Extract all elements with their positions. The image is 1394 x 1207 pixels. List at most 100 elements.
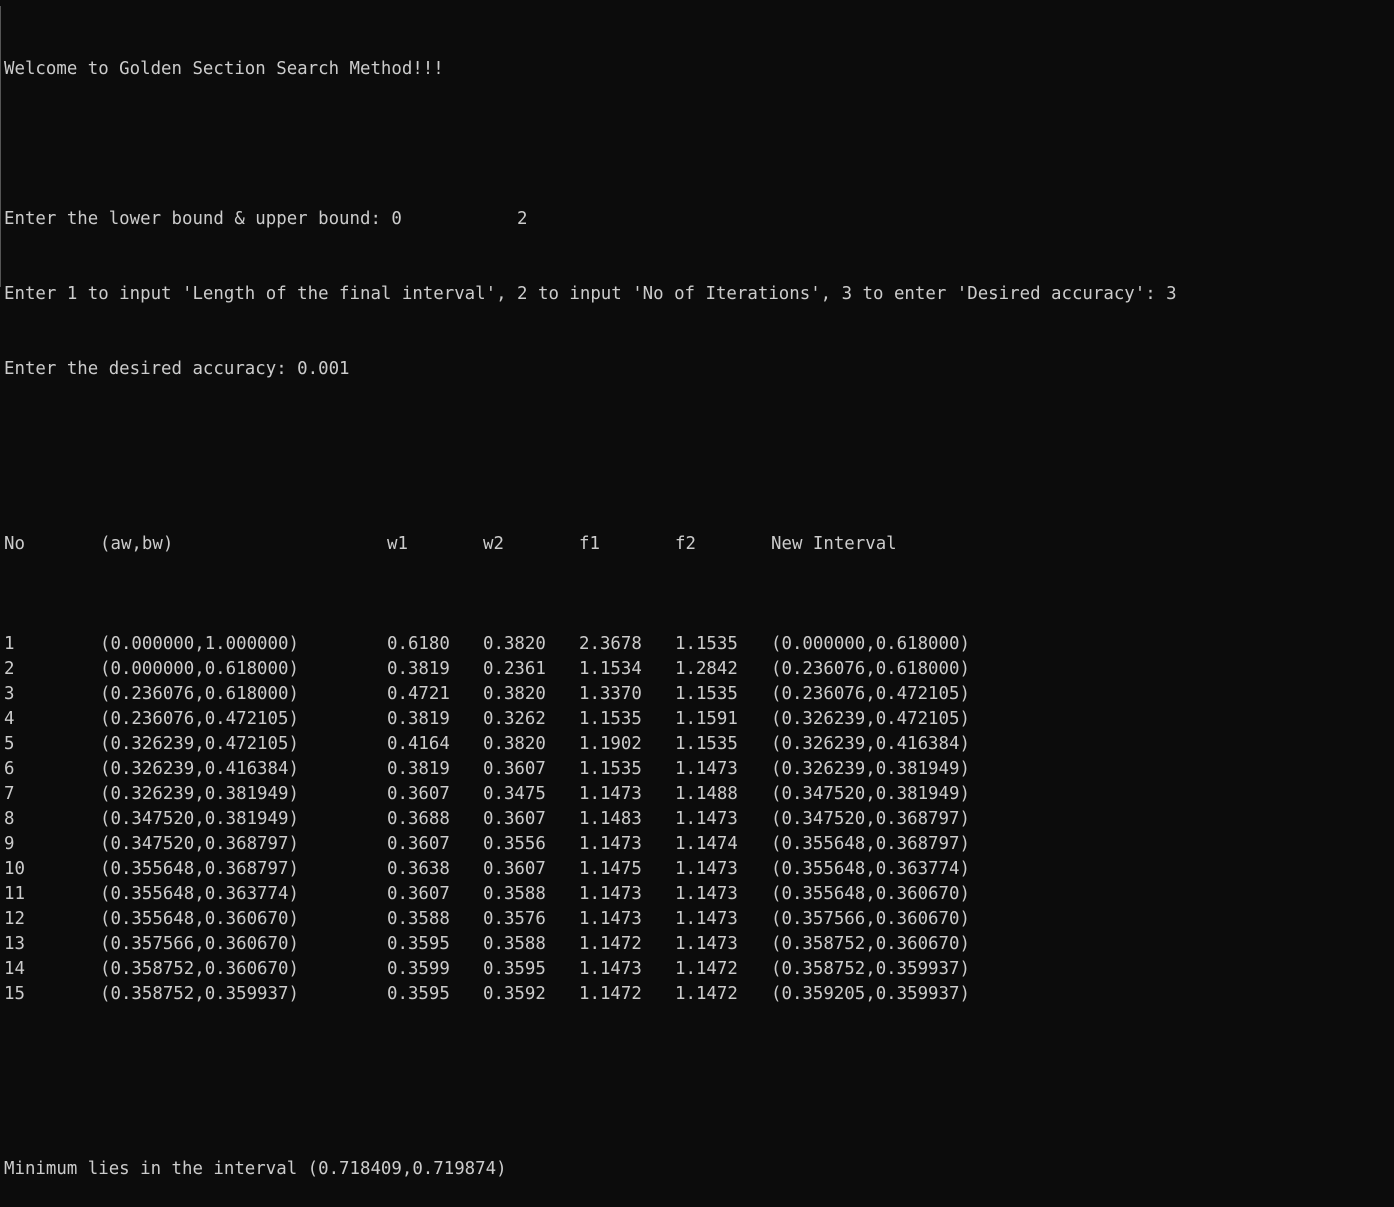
w1-value: 0.4721	[387, 684, 450, 704]
current-interval: (0.000000,0.618000)	[100, 659, 299, 679]
w2-value: 0.3607	[483, 809, 546, 829]
f2-value: 1.1473	[675, 859, 738, 879]
new-interval: (0.236076,0.472105)	[771, 684, 970, 704]
w1-value: 0.3819	[387, 759, 450, 779]
f1-value: 1.1473	[579, 959, 642, 979]
w2-value: 0.3595	[483, 959, 546, 979]
iteration-number: 3	[4, 684, 15, 704]
current-interval: (0.355648,0.363774)	[100, 884, 299, 904]
iteration-number: 2	[4, 659, 15, 679]
current-interval: (0.326239,0.416384)	[100, 759, 299, 779]
choice-prompt-line: Enter 1 to input 'Length of the final in…	[4, 284, 1177, 304]
header-w1: w1	[387, 534, 408, 554]
result-line: Minimum lies in the interval (0.718409,0…	[4, 1159, 507, 1179]
accuracy-prompt-line: Enter the desired accuracy: 0.001	[4, 359, 350, 379]
f2-value: 1.1473	[675, 759, 738, 779]
current-interval: (0.357566,0.360670)	[100, 934, 299, 954]
iteration-number: 11	[4, 884, 25, 904]
f2-value: 1.1473	[675, 934, 738, 954]
w1-value: 0.3819	[387, 659, 450, 679]
f1-value: 1.1535	[579, 709, 642, 729]
current-interval: (0.347520,0.368797)	[100, 834, 299, 854]
f2-value: 1.2842	[675, 659, 738, 679]
f1-value: 1.3370	[579, 684, 642, 704]
current-interval: (0.236076,0.618000)	[100, 684, 299, 704]
table-row: 6 (0.326239,0.416384) 0.3819 0.3607 1.1535 1.…	[4, 757, 1390, 782]
w2-value: 0.2361	[483, 659, 546, 679]
iteration-number: 15	[4, 984, 25, 1004]
w2-value: 0.3820	[483, 734, 546, 754]
table-row: 12 (0.355648,0.360670) 0.3588 0.3576 1.1473 1…	[4, 907, 1390, 932]
w1-value: 0.3607	[387, 784, 450, 804]
table-row: 7 (0.326239,0.381949) 0.3607 0.3475 1.1473 1.…	[4, 782, 1390, 807]
w2-value: 0.3576	[483, 909, 546, 929]
w2-value: 0.3592	[483, 984, 546, 1004]
f2-value: 1.1473	[675, 809, 738, 829]
iteration-number: 10	[4, 859, 25, 879]
current-interval: (0.355648,0.360670)	[100, 909, 299, 929]
table-row: 5 (0.326239,0.472105) 0.4164 0.3820 1.1902 1.…	[4, 732, 1390, 757]
new-interval: (0.359205,0.359937)	[771, 984, 970, 1004]
header-f2: f2	[675, 534, 696, 554]
w1-value: 0.3588	[387, 909, 450, 929]
w1-value: 0.3595	[387, 934, 450, 954]
current-interval: (0.347520,0.381949)	[100, 809, 299, 829]
iteration-number: 12	[4, 909, 25, 929]
f2-value: 1.1535	[675, 684, 738, 704]
new-interval: (0.355648,0.360670)	[771, 884, 970, 904]
new-interval: (0.347520,0.368797)	[771, 809, 970, 829]
w1-value: 0.3688	[387, 809, 450, 829]
f2-value: 1.1474	[675, 834, 738, 854]
header-interval: (aw,bw)	[100, 534, 174, 554]
table-row: 11 (0.355648,0.363774) 0.3607 0.3588 1.1473 1…	[4, 882, 1390, 907]
f1-value: 1.1472	[579, 934, 642, 954]
w2-value: 0.3475	[483, 784, 546, 804]
table-rows: 1 (0.000000,1.000000) 0.6180 0.3820 2.3678 1.…	[4, 632, 1390, 1007]
f1-value: 1.1473	[579, 834, 642, 854]
w1-value: 0.3607	[387, 884, 450, 904]
table-header-row: No (aw,bw) w1 w2 f1 f2 New Interval	[4, 532, 1390, 557]
table-row: 9 (0.347520,0.368797) 0.3607 0.3556 1.1473 1.…	[4, 832, 1390, 857]
iteration-number: 14	[4, 959, 25, 979]
table-row: 14 (0.358752,0.360670) 0.3599 0.3595 1.1473 1…	[4, 957, 1390, 982]
f2-value: 1.1472	[675, 959, 738, 979]
new-interval: (0.357566,0.360670)	[771, 909, 970, 929]
new-interval: (0.326239,0.472105)	[771, 709, 970, 729]
table-row: 8 (0.347520,0.381949) 0.3688 0.3607 1.1483 1.…	[4, 807, 1390, 832]
w2-value: 0.3820	[483, 684, 546, 704]
current-interval: (0.000000,1.000000)	[100, 634, 299, 654]
new-interval: (0.326239,0.381949)	[771, 759, 970, 779]
w1-value: 0.3638	[387, 859, 450, 879]
w1-value: 0.3599	[387, 959, 450, 979]
current-interval: (0.358752,0.360670)	[100, 959, 299, 979]
f2-value: 1.1535	[675, 734, 738, 754]
f1-value: 1.1534	[579, 659, 642, 679]
table-row: 2 (0.000000,0.618000) 0.3819 0.2361 1.1534 1.…	[4, 657, 1390, 682]
f1-value: 1.1475	[579, 859, 642, 879]
f2-value: 1.1473	[675, 884, 738, 904]
w2-value: 0.3820	[483, 634, 546, 654]
f2-value: 1.1591	[675, 709, 738, 729]
current-interval: (0.326239,0.381949)	[100, 784, 299, 804]
w2-value: 0.3607	[483, 859, 546, 879]
iteration-number: 13	[4, 934, 25, 954]
new-interval: (0.358752,0.360670)	[771, 934, 970, 954]
new-interval: (0.355648,0.363774)	[771, 859, 970, 879]
iteration-number: 4	[4, 709, 15, 729]
window-edge-marker	[0, 6, 1, 287]
iteration-number: 6	[4, 759, 15, 779]
iteration-number: 1	[4, 634, 15, 654]
current-interval: (0.358752,0.359937)	[100, 984, 299, 1004]
bounds-prompt-line: Enter the lower bound & upper bound: 0 2	[4, 209, 528, 229]
table-row: 1 (0.000000,1.000000) 0.6180 0.3820 2.3678 1.…	[4, 632, 1390, 657]
iteration-number: 5	[4, 734, 15, 754]
w2-value: 0.3556	[483, 834, 546, 854]
header-no: No	[4, 534, 25, 554]
f2-value: 1.1488	[675, 784, 738, 804]
header-w2: w2	[483, 534, 504, 554]
iteration-number: 7	[4, 784, 15, 804]
new-interval: (0.355648,0.368797)	[771, 834, 970, 854]
table-row: 4 (0.236076,0.472105) 0.3819 0.3262 1.1535 1.…	[4, 707, 1390, 732]
f1-value: 1.1483	[579, 809, 642, 829]
